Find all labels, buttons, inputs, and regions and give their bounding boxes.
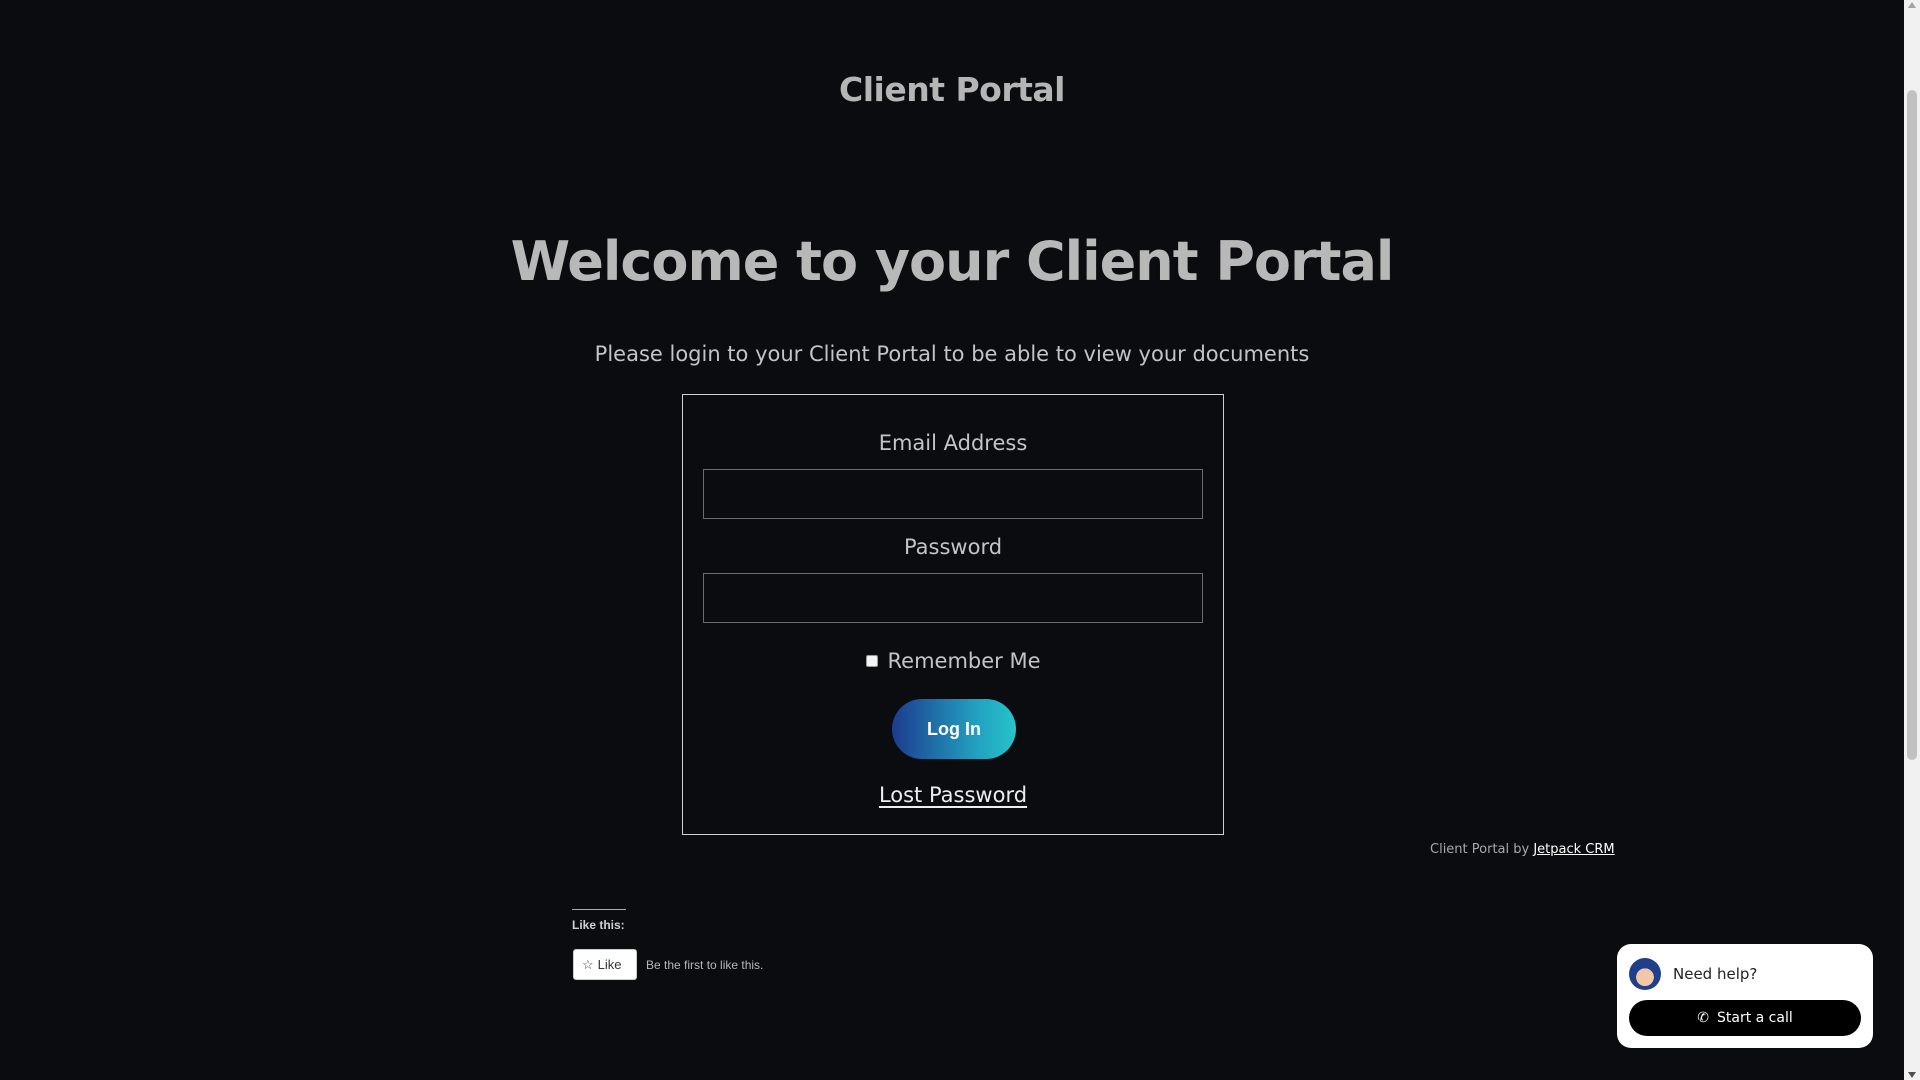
email-label: Email Address — [878, 431, 1028, 455]
like-first-text: Be the first to like this. — [646, 958, 764, 972]
lost-password-link[interactable]: Lost Password — [879, 783, 1027, 807]
login-button[interactable]: Log In — [892, 699, 1016, 759]
powered-by-text: Client Portal by — [1430, 842, 1534, 857]
powered-by: Client Portal by Jetpack CRM — [1430, 842, 1615, 857]
password-field[interactable] — [703, 573, 1203, 623]
scrollbar[interactable] — [1904, 0, 1920, 1080]
page: Client Portal Welcome to your Client Por… — [0, 0, 1904, 1080]
start-call-button[interactable]: ✆ Start a call — [1629, 1000, 1861, 1036]
email-field[interactable] — [703, 469, 1203, 519]
like-button-label: Like — [597, 957, 622, 972]
page-title: Welcome to your Client Portal — [510, 230, 1395, 293]
login-form: Email Address Password Remember Me Log I… — [682, 394, 1224, 835]
jetpack-crm-link[interactable]: Jetpack CRM — [1533, 842, 1614, 857]
scroll-up-icon[interactable] — [1908, 2, 1916, 8]
site-title[interactable]: Client Portal — [0, 70, 1904, 109]
remember-me-checkbox[interactable] — [865, 655, 878, 667]
like-button[interactable]: ☆ Like — [573, 949, 637, 980]
page-subtitle: Please login to your Client Portal to be… — [594, 342, 1310, 366]
phone-icon: ✆ — [1697, 1010, 1709, 1026]
start-call-label: Start a call — [1716, 1010, 1793, 1026]
remember-me-row: Remember Me — [683, 649, 1223, 673]
lost-password-row: Lost Password — [683, 783, 1223, 807]
password-label: Password — [903, 535, 1003, 559]
scroll-down-icon[interactable] — [1908, 1072, 1916, 1078]
like-heading: Like this: — [572, 909, 626, 932]
remember-me-label[interactable]: Remember Me — [888, 649, 1041, 673]
scrollbar-thumb[interactable] — [1907, 90, 1917, 760]
help-widget: Need help? ✆ Start a call — [1617, 944, 1873, 1048]
agent-avatar — [1629, 958, 1661, 990]
star-icon: ☆ — [582, 956, 594, 972]
help-prompt: Need help? — [1673, 965, 1758, 983]
